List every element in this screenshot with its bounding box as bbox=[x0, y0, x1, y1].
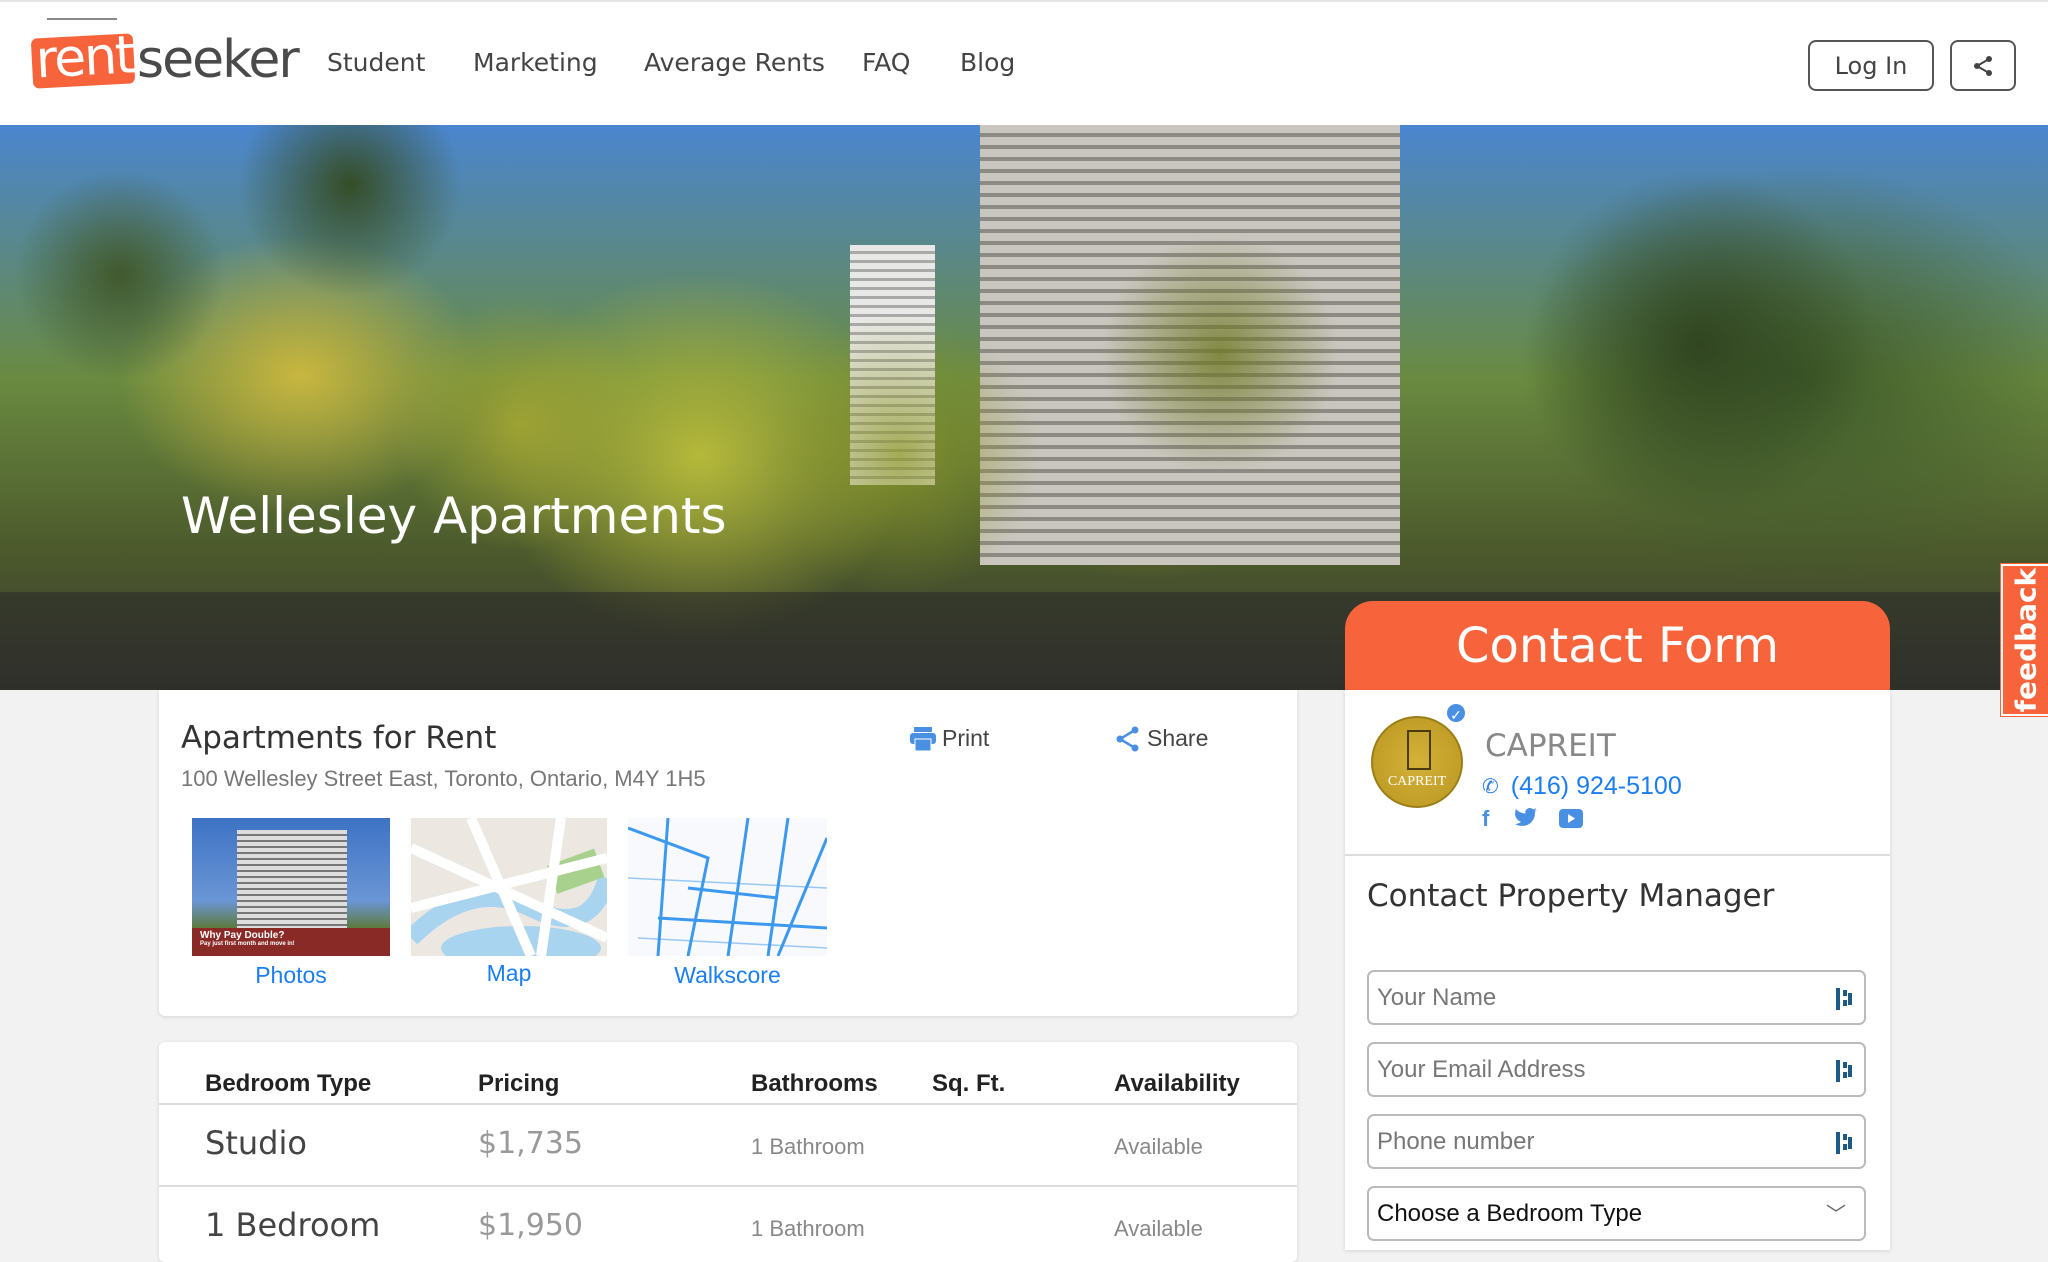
promo-title: Why Pay Double? bbox=[200, 930, 285, 941]
email-placeholder: Your Email Address bbox=[1377, 1055, 1586, 1083]
nav-faq[interactable]: FAQ bbox=[862, 48, 910, 77]
photos-thumbnail[interactable]: Why Pay Double? Pay just first month and… bbox=[192, 818, 390, 956]
phone-number: (416) 924-5100 bbox=[1510, 772, 1682, 800]
row-1bed-type: 1 Bedroom bbox=[205, 1206, 381, 1244]
rentseeker-logo[interactable]: rent seeker bbox=[29, 18, 301, 90]
logo-seeker: seeker bbox=[137, 30, 300, 90]
map-illustration bbox=[411, 818, 607, 956]
print-button[interactable]: Print bbox=[910, 725, 989, 752]
map-link[interactable]: Map bbox=[411, 960, 607, 987]
row-studio-type: Studio bbox=[205, 1124, 307, 1162]
page-title: Wellesley Apartments bbox=[181, 487, 727, 545]
listing-heading: Apartments for Rent bbox=[181, 720, 497, 756]
share-button[interactable]: Share bbox=[1115, 725, 1208, 752]
header-share-button[interactable] bbox=[1950, 40, 2016, 91]
printer-icon bbox=[910, 726, 936, 751]
print-label: Print bbox=[942, 725, 990, 751]
door-emblem bbox=[1407, 730, 1431, 770]
building-photo bbox=[237, 830, 347, 930]
nav-average-rents[interactable]: Average Rents bbox=[644, 48, 825, 77]
row-studio-price: $1,735 bbox=[478, 1126, 583, 1161]
share-label: Share bbox=[1147, 725, 1209, 751]
promo-subtitle: Pay just first month and move in! bbox=[200, 941, 295, 947]
col-bathrooms: Bathrooms bbox=[751, 1070, 878, 1097]
email-input[interactable]: Your Email Address bbox=[1367, 1042, 1866, 1097]
listing-address: 100 Wellesley Street East, Toronto, Onta… bbox=[181, 766, 706, 791]
nav-marketing[interactable]: Marketing bbox=[473, 48, 598, 77]
password-manager-icon[interactable] bbox=[1836, 1132, 1852, 1154]
logo-rent: rent bbox=[30, 25, 136, 90]
chevron-down-icon: ﹀ bbox=[1826, 1204, 1846, 1226]
walkscore-map bbox=[628, 818, 827, 956]
site-header: rent seeker Student Marketing Average Re… bbox=[0, 0, 2048, 125]
youtube-icon[interactable] bbox=[1559, 809, 1583, 828]
row-1bed-availability: Available bbox=[1114, 1216, 1203, 1241]
share-icon bbox=[1974, 55, 1992, 76]
row-studio-baths: 1 Bathroom bbox=[751, 1134, 865, 1159]
col-availability: Availability bbox=[1114, 1070, 1240, 1097]
phone-icon: ✆ bbox=[1482, 776, 1499, 798]
col-bedroom-type: Bedroom Type bbox=[205, 1070, 372, 1097]
row-divider bbox=[159, 1185, 1297, 1187]
promo-banner: Why Pay Double? Pay just first month and… bbox=[192, 928, 390, 956]
logo-text: CAPREIT bbox=[1387, 774, 1447, 789]
facebook-icon[interactable]: f bbox=[1482, 806, 1489, 832]
bedroom-type-select[interactable]: Choose a Bedroom Type ﹀ bbox=[1367, 1186, 1866, 1241]
walkscore-link[interactable]: Walkscore bbox=[628, 962, 827, 989]
share-icon bbox=[1116, 726, 1139, 751]
password-manager-icon[interactable] bbox=[1836, 1060, 1852, 1082]
nav-student[interactable]: Student bbox=[327, 48, 425, 77]
photos-link[interactable]: Photos bbox=[192, 962, 390, 989]
verified-icon: ✓ bbox=[1445, 702, 1467, 724]
contact-form-header: Contact Form bbox=[1345, 601, 1890, 690]
company-name: CAPREIT bbox=[1485, 728, 1616, 764]
map-thumbnail[interactable] bbox=[411, 818, 607, 956]
feedback-label: feedback bbox=[2009, 567, 2042, 713]
contact-divider bbox=[1345, 854, 1890, 856]
feedback-tab[interactable]: feedback bbox=[2000, 563, 2048, 717]
phone-placeholder: Phone number bbox=[1377, 1127, 1535, 1155]
col-pricing: Pricing bbox=[478, 1070, 560, 1097]
password-manager-icon[interactable] bbox=[1836, 988, 1852, 1010]
login-button[interactable]: Log In bbox=[1808, 40, 1934, 91]
nav-blog[interactable]: Blog bbox=[960, 48, 1015, 77]
row-1bed-baths: 1 Bathroom bbox=[751, 1216, 865, 1241]
capreit-logo: CAPREIT bbox=[1371, 716, 1463, 808]
col-sqft: Sq. Ft. bbox=[932, 1070, 1006, 1097]
walkscore-thumbnail[interactable] bbox=[628, 818, 827, 956]
name-input[interactable]: Your Name bbox=[1367, 970, 1866, 1025]
name-placeholder: Your Name bbox=[1377, 983, 1497, 1011]
row-studio-availability: Available bbox=[1114, 1134, 1203, 1159]
bedroom-select-value: Choose a Bedroom Type bbox=[1377, 1199, 1643, 1227]
phone-input[interactable]: Phone number bbox=[1367, 1114, 1866, 1169]
twitter-icon[interactable] bbox=[1515, 808, 1537, 826]
phone-link[interactable]: ✆ (416) 924-5100 bbox=[1482, 772, 1682, 801]
header-divider bbox=[159, 1103, 1297, 1105]
contact-section-title: Contact Property Manager bbox=[1367, 878, 1775, 914]
